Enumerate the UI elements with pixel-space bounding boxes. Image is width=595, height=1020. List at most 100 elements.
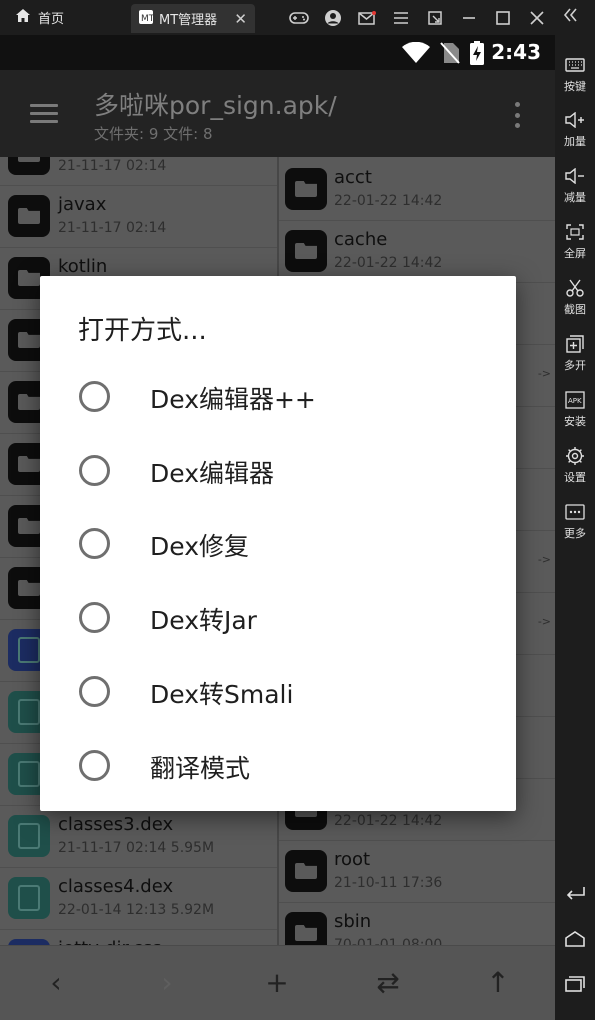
side-multi-instance-button[interactable]: 多开	[555, 334, 595, 373]
file-name: sbin	[334, 911, 372, 932]
symlink-arrow: ->	[537, 553, 551, 566]
close-window-icon[interactable]	[526, 7, 547, 28]
file-list-item[interactable]: javax 21-11-17 02:14	[0, 186, 277, 248]
symlink-arrow: ->	[537, 367, 551, 380]
swap-panes-button[interactable]: ⇄	[368, 964, 408, 1000]
file-list-item[interactable]: root 21-10-11 17:36	[279, 841, 555, 903]
radio-button[interactable]	[79, 528, 110, 559]
file-list-item[interactable]: classes3.dex 21-11-17 02:14 5.95M	[0, 806, 277, 868]
folder-icon	[285, 168, 327, 210]
android-back-icon[interactable]	[555, 886, 595, 900]
side-volume-down-button[interactable]: 减量	[555, 166, 595, 205]
android-home-icon[interactable]	[555, 931, 595, 947]
folder-icon	[285, 230, 327, 272]
side-install-apk-button[interactable]: APK 安装	[555, 390, 595, 429]
battery-charging-icon	[470, 41, 484, 69]
file-meta: 22-01-22 14:42	[334, 193, 443, 209]
file-name: cache	[334, 229, 388, 250]
file-list-item[interactable]: acct 22-01-22 14:42	[279, 159, 555, 221]
file-meta: 22-01-14 12:13 5.92M	[58, 902, 215, 918]
file-meta: 22-01-22 14:42	[334, 813, 443, 829]
radio-button[interactable]	[79, 676, 110, 707]
emulator-titlebar: 首页 MT MT管理器 ✕	[0, 0, 595, 35]
keyboard-icon	[565, 55, 585, 75]
hamburger-menu-icon[interactable]	[30, 104, 58, 124]
radio-button[interactable]	[79, 381, 110, 412]
gamepad-icon[interactable]	[288, 7, 309, 28]
dialog-title: 打开方式...	[78, 316, 207, 346]
account-icon[interactable]	[322, 7, 343, 28]
clock: 2:43	[491, 40, 541, 64]
radio-button[interactable]	[79, 602, 110, 633]
option-dex-repair[interactable]: Dex修复	[40, 505, 516, 579]
home-tab-label: 首页	[38, 12, 65, 27]
overflow-menu-icon[interactable]	[512, 102, 522, 128]
side-settings-button[interactable]: 设置	[555, 446, 595, 485]
minimize-icon[interactable]	[458, 7, 479, 28]
status-bar: 2:43	[0, 35, 555, 70]
radio-button[interactable]	[79, 455, 110, 486]
folder-icon	[285, 912, 327, 945]
emulator-sidebar: 按键 加量 减量 全屏 截图 多开 APK 安装 设置 更多	[555, 35, 595, 1020]
option-dex-editor-plus[interactable]: Dex编辑器++	[40, 358, 516, 432]
open-with-dialog: 打开方式... Dex编辑器++ Dex编辑器 Dex修复 Dex转Jar De…	[40, 276, 516, 811]
back-button[interactable]: ‹	[36, 964, 76, 1000]
current-path-title: 多啦咪por_sign.apk/	[94, 91, 337, 120]
file-name: root	[334, 849, 371, 870]
multi-instance-icon	[565, 334, 585, 354]
file-list-item[interactable]: 21-11-17 02:14	[0, 157, 277, 186]
bottom-toolbar: ‹ › + ⇄ ↑	[0, 945, 555, 1020]
side-more-button[interactable]: 更多	[555, 502, 595, 541]
option-dex-to-jar[interactable]: Dex转Jar	[40, 579, 516, 653]
menu-icon[interactable]	[390, 7, 411, 28]
maximize-icon[interactable]	[492, 7, 513, 28]
mail-icon[interactable]	[356, 7, 377, 28]
app-tab-label: MT管理器	[159, 13, 218, 28]
collapse-sidebar-icon[interactable]	[562, 7, 578, 28]
side-fullscreen-button[interactable]: 全屏	[555, 222, 595, 261]
android-recents-icon[interactable]	[555, 976, 595, 992]
option-dex-editor[interactable]: Dex编辑器	[40, 432, 516, 506]
file-meta: 70-01-01 08:00	[334, 937, 443, 945]
svg-text:MT: MT	[141, 14, 153, 24]
dex-icon	[8, 877, 50, 919]
side-keys-button[interactable]: 按键	[555, 55, 595, 94]
dex-icon	[8, 815, 50, 857]
symlink-arrow: ->	[537, 615, 551, 628]
file-list-item[interactable]: classes4.dex 22-01-14 12:13 5.92M	[0, 868, 277, 930]
file-list-item[interactable]: cache 22-01-22 14:42	[279, 221, 555, 283]
file-meta: 21-11-17 02:14	[58, 220, 167, 236]
option-dex-to-smali[interactable]: Dex转Smali	[40, 653, 516, 727]
file-meta: 21-11-17 02:14	[58, 158, 167, 174]
side-volume-up-button[interactable]: 加量	[555, 110, 595, 149]
file-list-item[interactable]: jetty-dir.css	[0, 930, 277, 945]
fullscreen-icon	[565, 222, 585, 242]
folder-icon	[8, 157, 50, 175]
file-meta: 21-11-17 02:14 5.95M	[58, 840, 215, 856]
file-name: jetty-dir.css	[58, 938, 162, 945]
scissors-icon	[565, 278, 585, 298]
option-translate-mode[interactable]: 翻译模式	[40, 727, 516, 801]
side-screenshot-button[interactable]: 截图	[555, 278, 595, 317]
file-meta: 21-10-11 17:36	[334, 875, 443, 891]
volume-down-icon	[565, 166, 585, 186]
close-tab-icon[interactable]: ✕	[234, 10, 247, 28]
forward-button[interactable]: ›	[147, 964, 187, 1000]
radio-button[interactable]	[79, 750, 110, 781]
home-icon	[16, 9, 30, 26]
resize-icon[interactable]	[424, 7, 445, 28]
more-dots-icon	[565, 502, 585, 522]
volume-up-icon	[565, 110, 585, 130]
file-name: classes4.dex	[58, 876, 174, 897]
file-meta: 22-01-22 14:42	[334, 255, 443, 271]
svg-text:APK: APK	[568, 397, 582, 405]
home-tab[interactable]: 首页	[6, 2, 74, 33]
file-name: javax	[58, 194, 107, 215]
add-button[interactable]: +	[257, 964, 297, 1000]
file-name: kotlin	[58, 256, 108, 277]
mt-manager-tab[interactable]: MT MT管理器 ✕	[131, 4, 255, 33]
app-logo-icon: MT	[139, 9, 155, 28]
parent-directory-button[interactable]: ↑	[478, 964, 518, 1000]
folder-file-count: 文件夹: 9 文件: 8	[94, 125, 213, 143]
file-list-item[interactable]: sbin 70-01-01 08:00	[279, 903, 555, 945]
